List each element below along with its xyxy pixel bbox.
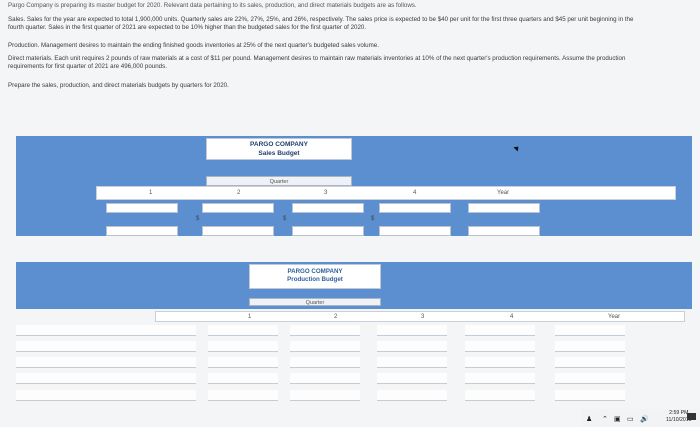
sales-currency-q2: $	[283, 216, 287, 222]
sales-col-q4: 4	[413, 190, 417, 196]
instruction-text: Prepare the sales, production, and direc…	[8, 82, 229, 89]
sales-input-r2-q1[interactable]	[106, 226, 178, 236]
production-row4-q3[interactable]	[377, 373, 447, 384]
production-budget-heading: Production Budget	[287, 276, 343, 283]
sales-column-header-row: 1 2 3 4 Year	[96, 186, 676, 200]
sales-line-2: fourth quarter. Sales in the first quart…	[8, 24, 367, 32]
production-row2-q2[interactable]	[290, 341, 360, 352]
sales-input-r2-q3[interactable]	[292, 226, 364, 236]
sales-col-q1: 1	[149, 190, 153, 196]
sales-paragraph: Sales. Sales for the year are expected t…	[8, 16, 633, 33]
sales-company-name: PARGO COMPANY	[250, 141, 308, 148]
production-col-q4: 4	[510, 314, 514, 320]
network-icon[interactable]: ▣	[614, 415, 621, 423]
production-row2-q1[interactable]	[208, 341, 278, 352]
production-row4-year[interactable]	[555, 373, 625, 384]
production-company-name: PARGO COMPANY	[287, 268, 343, 275]
show-hidden-icons-chevron-icon[interactable]: ⌃	[602, 415, 608, 423]
sales-col-year: Year	[497, 190, 510, 196]
production-row3-q4[interactable]	[465, 357, 535, 368]
production-row5-q1[interactable]	[208, 390, 278, 401]
sales-input-r2-q2[interactable]	[202, 226, 274, 236]
production-row4-q1[interactable]	[208, 373, 278, 384]
production-row2-year[interactable]	[555, 341, 625, 352]
production-budget-title: PARGO COMPANY Production Budget	[249, 264, 381, 289]
production-row4-q4[interactable]	[465, 373, 535, 384]
sales-input-r1-q2[interactable]	[202, 203, 274, 213]
production-row4-q2[interactable]	[290, 373, 360, 384]
materials-paragraph: Direct materials. Each unit requires 2 p…	[8, 55, 625, 72]
production-row2-label[interactable]	[16, 341, 196, 352]
production-row1-label[interactable]	[16, 325, 196, 336]
budget-gap	[16, 237, 692, 262]
battery-icon[interactable]: ▭	[627, 415, 634, 423]
production-row4-label[interactable]	[16, 373, 196, 384]
materials-line-2: requirements for first quarter of 2021 a…	[8, 63, 167, 71]
sales-line-1: Sales. Sales for the year are expected t…	[8, 16, 634, 23]
people-icon[interactable]: ♟	[586, 415, 592, 423]
system-tray: ♟ ⌃ ▣ ▭ 🔊 2:59 PM 11/10/2019	[582, 409, 700, 427]
production-row3-year[interactable]	[555, 357, 625, 368]
production-row1-q4[interactable]	[465, 325, 535, 336]
production-col-q3: 3	[421, 314, 425, 320]
production-column-header-row: 1 2 3 4 Year	[155, 311, 685, 322]
sales-col-q3: 3	[324, 190, 328, 196]
production-quarter-header: Quarter	[249, 298, 381, 306]
production-row3-q2[interactable]	[290, 357, 360, 368]
production-row3-q1[interactable]	[208, 357, 278, 368]
production-row3-q3[interactable]	[377, 357, 447, 368]
production-col-year: Year	[608, 314, 621, 320]
production-row5-q4[interactable]	[465, 390, 535, 401]
sales-budget-heading: Sales Budget	[258, 150, 300, 157]
production-row5-q2[interactable]	[290, 390, 360, 401]
production-row5-q3[interactable]	[377, 390, 447, 401]
sales-quarter-header: Quarter	[206, 176, 352, 186]
production-row2-q4[interactable]	[465, 341, 535, 352]
production-row5-year[interactable]	[555, 390, 625, 401]
production-row2-q3[interactable]	[377, 341, 447, 352]
materials-line-1: Direct materials. Each unit requires 2 p…	[8, 55, 626, 62]
production-col-q1: 1	[248, 314, 252, 320]
sales-currency-q1: $	[196, 216, 200, 222]
sales-input-r1-year[interactable]	[468, 203, 540, 213]
volume-icon[interactable]: 🔊	[640, 415, 649, 423]
sales-currency-q3: $	[371, 216, 375, 222]
sales-input-r1-q3[interactable]	[292, 203, 364, 213]
sales-input-r2-q4[interactable]	[379, 226, 451, 236]
production-row3-label[interactable]	[16, 357, 196, 368]
sales-input-r1-q1[interactable]	[106, 203, 178, 213]
sales-input-r1-q4[interactable]	[379, 203, 451, 213]
sales-col-q2: 2	[237, 190, 241, 196]
production-row1-q2[interactable]	[290, 325, 360, 336]
sales-budget-title: PARGO COMPANY Sales Budget	[206, 138, 352, 160]
action-center-icon[interactable]	[687, 413, 696, 420]
problem-intro: Pargo Company is preparing its master bu…	[8, 2, 417, 9]
production-paragraph: Production. Management desires to mainta…	[8, 42, 379, 49]
production-row1-year[interactable]	[555, 325, 625, 336]
production-row1-q1[interactable]	[208, 325, 278, 336]
production-row5-label[interactable]	[16, 390, 196, 401]
sales-input-r2-year[interactable]	[468, 226, 540, 236]
production-row1-q3[interactable]	[377, 325, 447, 336]
production-col-q2: 2	[334, 314, 338, 320]
